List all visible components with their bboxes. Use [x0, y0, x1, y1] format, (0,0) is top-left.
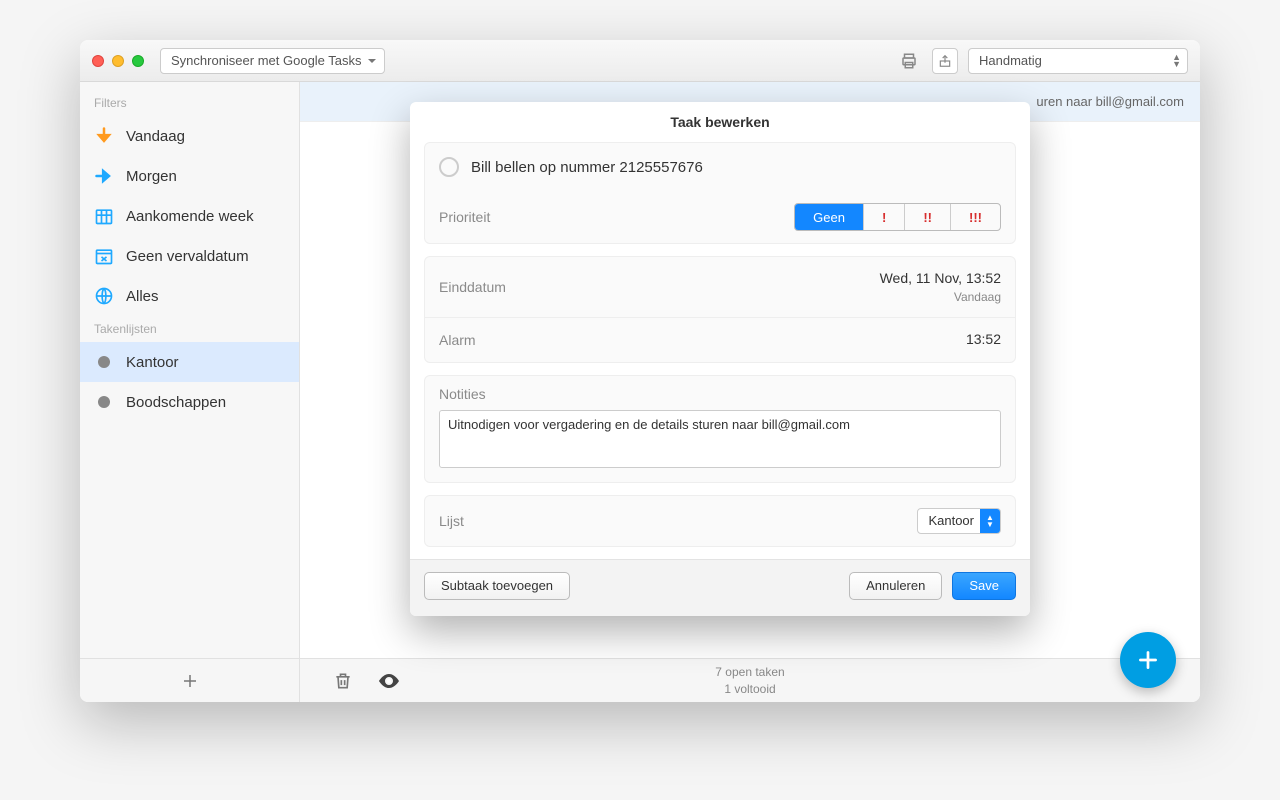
priority-label: Prioriteit — [439, 209, 490, 225]
list-label: Lijst — [439, 513, 464, 529]
list-panel: Lijst Kantoor ▲▼ — [424, 495, 1016, 547]
lists-header: Takenlijsten — [80, 316, 299, 342]
list-select[interactable]: Kantoor ▲▼ — [917, 508, 1001, 534]
trash-button[interactable] — [330, 668, 356, 694]
share-icon — [938, 54, 952, 68]
modal-title: Taak bewerken — [410, 102, 1030, 142]
titlebar: Synchroniseer met Google Tasks Handmatig… — [80, 40, 1200, 82]
app-window: Synchroniseer met Google Tasks Handmatig… — [80, 40, 1200, 702]
date-panel: Einddatum Wed, 11 Nov, 13:52 Vandaag Ala… — [424, 256, 1016, 363]
end-date-row[interactable]: Einddatum Wed, 11 Nov, 13:52 Vandaag — [425, 257, 1015, 318]
updown-icon: ▲▼ — [980, 509, 1000, 533]
end-date-label: Einddatum — [439, 279, 506, 295]
open-tasks-count: 7 open taken — [715, 664, 784, 680]
sidebar: Filters Vandaag Morgen Aankomende week — [80, 82, 300, 702]
updown-icon: ▲▼ — [1172, 54, 1181, 68]
zoom-window-button[interactable] — [132, 55, 144, 67]
alarm-value: 13:52 — [966, 330, 1001, 350]
cancel-button[interactable]: Annuleren — [849, 572, 942, 600]
sidebar-item-no-due-date[interactable]: Geen vervaldatum — [80, 236, 299, 276]
list-dot-icon — [94, 392, 114, 412]
sidebar-list-kantoor[interactable]: Kantoor — [80, 342, 299, 382]
sidebar-item-label: Vandaag — [126, 128, 185, 145]
end-date-value: Wed, 11 Nov, 13:52 — [880, 269, 1001, 289]
sync-dropdown[interactable]: Synchroniseer met Google Tasks — [160, 48, 385, 74]
share-button[interactable] — [932, 48, 958, 74]
arrow-right-icon — [94, 166, 114, 186]
task-row-text: uren naar bill@gmail.com — [1036, 94, 1184, 109]
plus-icon — [1135, 647, 1161, 673]
printer-icon — [900, 52, 918, 70]
edit-task-modal: Taak bewerken Bill bellen op nummer 2125… — [410, 102, 1030, 616]
sidebar-item-label: Aankomende week — [126, 208, 254, 225]
mode-select[interactable]: Handmatig ▲▼ — [968, 48, 1188, 74]
alarm-label: Alarm — [439, 332, 476, 348]
task-title-panel: Bill bellen op nummer 2125557676 Priorit… — [424, 142, 1016, 244]
alarm-row[interactable]: Alarm 13:52 — [425, 318, 1015, 362]
task-title-text: Bill bellen op nummer 2125557676 — [471, 159, 703, 176]
sidebar-item-tomorrow[interactable]: Morgen — [80, 156, 299, 196]
mode-select-label: Handmatig — [979, 53, 1042, 68]
print-button[interactable] — [896, 48, 922, 74]
sidebar-item-all[interactable]: Alles — [80, 276, 299, 316]
footer: 7 open taken 1 voltooid — [80, 658, 1200, 702]
globe-icon — [94, 286, 114, 306]
notes-panel: Notities Uitnodigen voor vergadering en … — [424, 375, 1016, 483]
sidebar-list-boodschappen[interactable]: Boodschappen — [80, 382, 299, 422]
priority-high[interactable]: !!! — [951, 204, 1000, 230]
visibility-button[interactable] — [376, 668, 402, 694]
priority-medium[interactable]: !! — [905, 204, 951, 230]
minimize-window-button[interactable] — [112, 55, 124, 67]
save-button[interactable]: Save — [952, 572, 1016, 600]
footer-add-list[interactable] — [80, 659, 300, 702]
sidebar-item-label: Kantoor — [126, 354, 179, 371]
add-subtask-button[interactable]: Subtaak toevoegen — [424, 572, 570, 600]
add-task-fab[interactable] — [1120, 632, 1176, 688]
filters-header: Filters — [80, 90, 299, 116]
priority-none[interactable]: Geen — [795, 204, 864, 230]
traffic-lights — [92, 55, 144, 67]
done-tasks-count: 1 voltooid — [715, 681, 784, 697]
priority-segmented: Geen ! !! !!! — [794, 203, 1001, 231]
eye-icon — [377, 669, 401, 693]
sidebar-item-label: Boodschappen — [126, 394, 226, 411]
footer-status: 7 open taken 1 voltooid — [715, 664, 784, 696]
sync-dropdown-label: Synchroniseer met Google Tasks — [171, 53, 362, 68]
plus-icon — [181, 672, 199, 690]
arrow-down-icon — [94, 126, 114, 146]
notes-label: Notities — [439, 386, 486, 402]
notes-textarea[interactable]: Uitnodigen voor vergadering en de detail… — [439, 410, 1001, 468]
priority-low[interactable]: ! — [864, 204, 905, 230]
end-date-relative: Vandaag — [880, 289, 1001, 306]
sidebar-item-upcoming-week[interactable]: Aankomende week — [80, 196, 299, 236]
sidebar-item-label: Alles — [126, 288, 159, 305]
list-select-value: Kantoor — [928, 513, 974, 528]
notes-value: Uitnodigen voor vergadering en de detail… — [448, 417, 850, 432]
close-window-button[interactable] — [92, 55, 104, 67]
sidebar-item-today[interactable]: Vandaag — [80, 116, 299, 156]
calendar-x-icon — [94, 246, 114, 266]
trash-icon — [333, 671, 353, 691]
list-dot-icon — [94, 352, 114, 372]
sidebar-item-label: Geen vervaldatum — [126, 248, 249, 265]
sidebar-item-label: Morgen — [126, 168, 177, 185]
calendar-week-icon — [94, 206, 114, 226]
modal-footer: Subtaak toevoegen Annuleren Save — [410, 559, 1030, 616]
task-complete-checkbox[interactable] — [439, 157, 459, 177]
